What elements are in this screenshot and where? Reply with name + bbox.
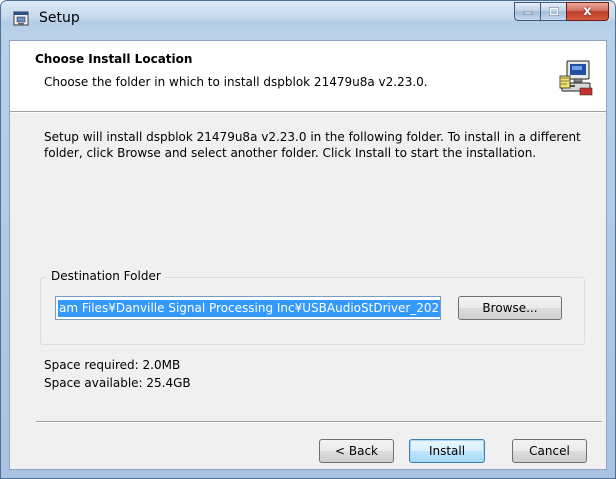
dialog-body: Choose Install Location Choose the folde… <box>9 40 607 470</box>
cancel-button[interactable]: Cancel <box>512 439 587 463</box>
minimize-button[interactable] <box>514 2 540 21</box>
close-button[interactable]: x <box>566 2 609 21</box>
install-description: Setup will install dspblok 21479u8a v2.2… <box>44 130 581 160</box>
back-button[interactable]: < Back <box>319 439 394 463</box>
minimize-icon <box>523 11 532 14</box>
setup-window: Setup x Choose Install Location Choose t… <box>0 0 616 479</box>
browse-button[interactable]: Browse... <box>458 296 562 320</box>
page-title: Choose Install Location <box>35 52 193 66</box>
footer-divider <box>36 421 602 423</box>
title-bar[interactable]: Setup x <box>1 1 615 39</box>
window-title: Setup <box>39 10 80 26</box>
close-icon: x <box>583 4 592 19</box>
destination-path-field[interactable]: am Files¥Danville Signal Processing Inc¥… <box>55 296 441 320</box>
setup-app-icon <box>13 11 29 26</box>
destination-folder-label: Destination Folder <box>47 269 165 283</box>
maximize-button[interactable] <box>540 2 566 21</box>
maximize-icon <box>548 6 559 16</box>
page-header: Choose Install Location Choose the folde… <box>10 41 606 112</box>
install-button[interactable]: Install <box>409 439 485 463</box>
destination-path-text: am Files¥Danville Signal Processing Inc¥… <box>58 300 440 317</box>
caption-buttons: x <box>514 2 609 21</box>
installer-computer-icon <box>559 60 593 96</box>
space-available: Space available: 25.4GB <box>44 376 191 390</box>
space-required: Space required: 2.0MB <box>44 358 181 372</box>
page-subtitle: Choose the folder in which to install ds… <box>44 75 428 89</box>
